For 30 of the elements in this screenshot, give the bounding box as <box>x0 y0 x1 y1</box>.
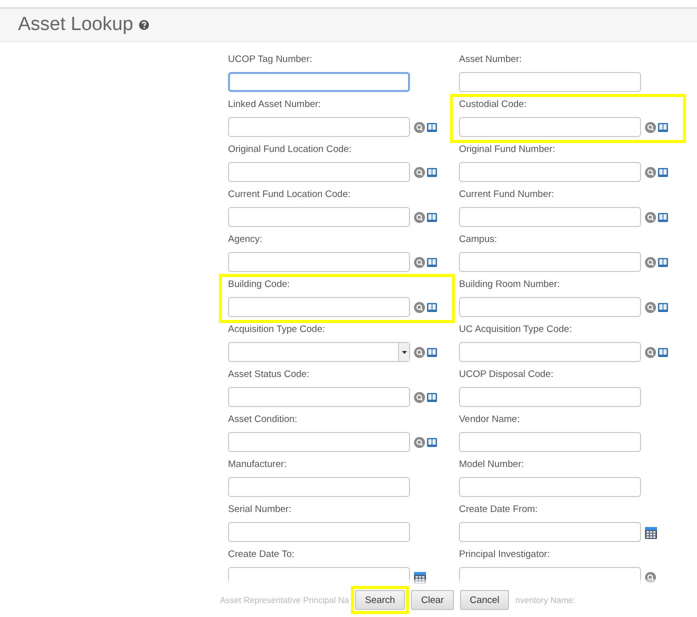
field-label: Custodial Code: <box>459 99 528 112</box>
field-label: Current Fund Number: <box>459 189 556 202</box>
field-label: Original Fund Location Code: <box>228 144 353 157</box>
field-label: Acquisition Type Code: <box>228 324 326 337</box>
field-label: Original Fund Number: <box>459 144 556 157</box>
field-label: Building Room Number: <box>459 279 561 292</box>
field-label: Asset Condition: <box>228 414 298 427</box>
page-title: Asset Lookup <box>18 14 134 36</box>
field-label: Current Fund Location Code: <box>228 189 352 202</box>
field-label: Asset Representative Principal Na <box>220 595 349 605</box>
field-label: Vendor Name: <box>459 414 521 427</box>
field-label: Create Date From: <box>459 504 539 517</box>
field-label: Principal Investigator: <box>459 549 551 562</box>
field-label: Asset Status Code: <box>228 369 310 382</box>
field-label: Model Number: <box>459 459 525 472</box>
field-label: Campus: <box>459 234 498 247</box>
field-label: Linked Asset Number: <box>228 99 322 112</box>
action-button[interactable]: Search <box>354 590 406 610</box>
field-label: Manufacturer: <box>228 459 288 472</box>
field-label: UC Acquisition Type Code: <box>459 324 573 337</box>
field-label: Building Code: <box>228 279 291 292</box>
field-label: UCOP Tag Number: <box>228 54 314 67</box>
action-button[interactable]: Clear <box>411 590 454 610</box>
action-button[interactable]: Cancel <box>460 590 510 610</box>
field-label: Serial Number: <box>228 504 292 517</box>
field-label: Agency: <box>228 234 264 247</box>
field-label: Create Date To: <box>228 549 296 562</box>
field-label: Asset Number: <box>459 54 523 67</box>
field-label: UCOP Disposal Code: <box>459 369 554 382</box>
field-label: nventory Name: <box>515 595 576 605</box>
